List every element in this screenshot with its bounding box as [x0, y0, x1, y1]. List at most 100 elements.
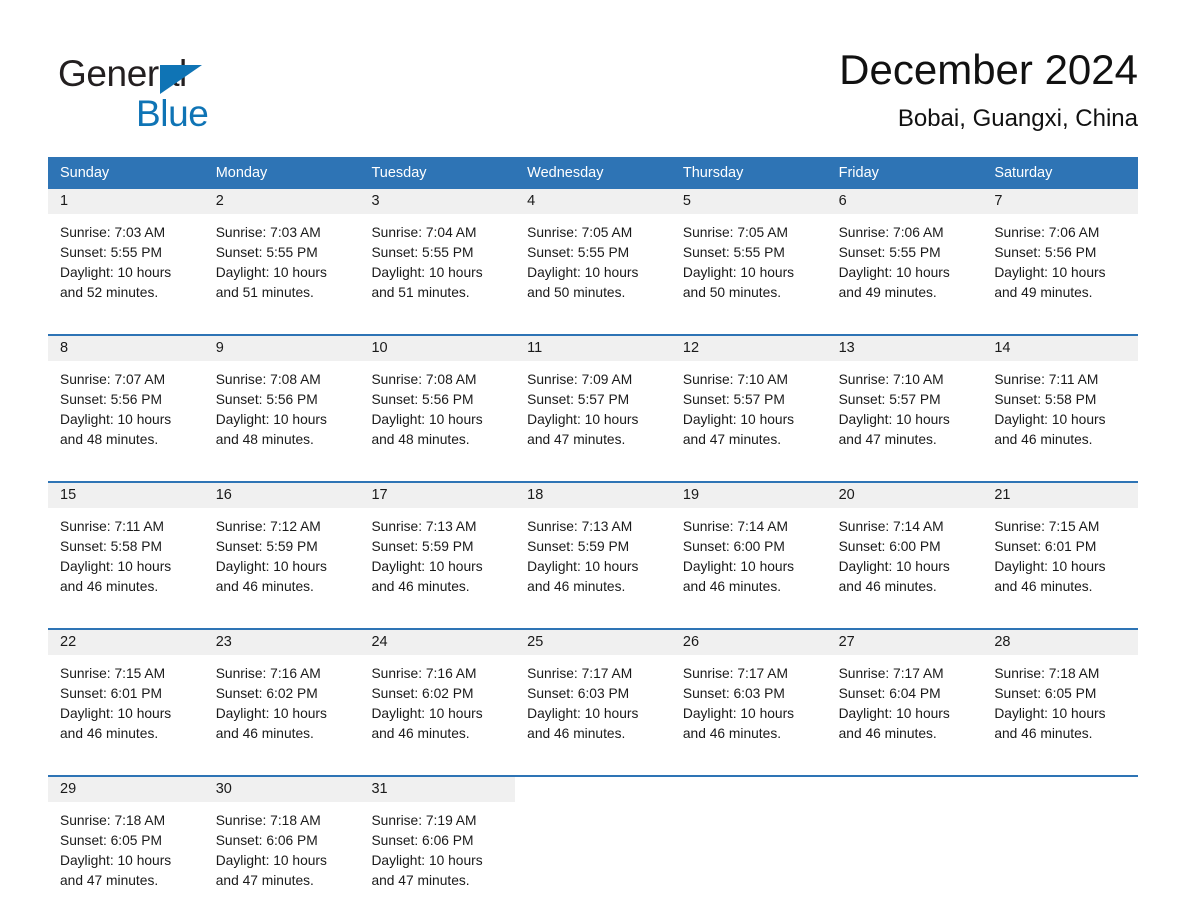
day-cell-body: Sunrise: 7:07 AM Sunset: 5:56 PM Daylight:…	[60, 361, 204, 471]
day-cell-empty	[671, 802, 827, 912]
sunset-text: Sunset: 5:55 PM	[60, 245, 163, 260]
day-cell-body	[683, 802, 827, 912]
sunrise-text: Sunrise: 7:03 AM	[215, 225, 321, 240]
daylight-text-line2: and 52 minutes.	[60, 285, 159, 300]
day-number[interactable]: 22	[48, 630, 204, 655]
day-number[interactable]: 13	[826, 336, 983, 361]
day-cell-body: Sunrise: 7:16 AM Sunset: 6:02 PM Daylight:…	[216, 655, 360, 765]
day-cell-body: Sunrise: 7:11 AM Sunset: 5:58 PM Daylight:…	[60, 508, 204, 618]
day-number[interactable]: 26	[670, 630, 827, 655]
day-cell[interactable]: Sunrise: 7:10 AM Sunset: 5:57 PM Daylight:…	[827, 361, 983, 471]
day-cell[interactable]: Sunrise: 7:10 AM Sunset: 5:57 PM Daylight:…	[671, 361, 827, 471]
day-cell[interactable]: Sunrise: 7:09 AM Sunset: 5:57 PM Daylight:…	[515, 361, 671, 471]
day-cell[interactable]: Sunrise: 7:04 AM Sunset: 5:55 PM Daylight:…	[359, 214, 515, 324]
day-number[interactable]: 25	[515, 630, 671, 655]
daylight-text-line1: Daylight: 10 hours	[215, 265, 327, 280]
general-blue-logo[interactable]: General Blue	[58, 52, 318, 142]
day-number[interactable]: 29	[48, 777, 204, 802]
day-number[interactable]: 21	[982, 483, 1139, 508]
daylight-text-line2: and 48 minutes.	[215, 432, 314, 447]
day-number[interactable]: 7	[982, 189, 1139, 214]
day-cell[interactable]: Sunrise: 7:17 AM Sunset: 6:03 PM Daylight:…	[515, 655, 671, 765]
day-number[interactable]: 5	[670, 189, 827, 214]
day-number[interactable]: 23	[203, 630, 360, 655]
day-number[interactable]: 4	[515, 189, 671, 214]
day-number[interactable]: 14	[982, 336, 1139, 361]
day-number[interactable]: 30	[203, 777, 360, 802]
sunset-text: Sunset: 6:05 PM	[60, 833, 163, 848]
sunset-text: Sunset: 6:02 PM	[215, 686, 318, 701]
day-number[interactable]: 28	[982, 630, 1139, 655]
sunrise-text: Sunrise: 7:05 AM	[527, 225, 633, 240]
day-cell[interactable]: Sunrise: 7:11 AM Sunset: 5:58 PM Daylight:…	[982, 361, 1138, 471]
day-cell[interactable]: Sunrise: 7:19 AM Sunset: 6:06 PM Daylight:…	[359, 802, 515, 912]
day-cell[interactable]: Sunrise: 7:03 AM Sunset: 5:55 PM Daylight:…	[204, 214, 360, 324]
sunset-text: Sunset: 5:56 PM	[60, 392, 163, 407]
day-cell[interactable]: Sunrise: 7:18 AM Sunset: 6:05 PM Daylight:…	[982, 655, 1138, 765]
sunrise-text: Sunrise: 7:14 AM	[682, 519, 788, 534]
day-cell[interactable]: Sunrise: 7:13 AM Sunset: 5:59 PM Daylight:…	[359, 508, 515, 618]
day-cell-body: Sunrise: 7:16 AM Sunset: 6:02 PM Daylight:…	[371, 655, 515, 765]
day-cell[interactable]: Sunrise: 7:15 AM Sunset: 6:01 PM Daylight:…	[982, 508, 1138, 618]
day-number[interactable]: 11	[515, 336, 671, 361]
day-cell[interactable]: Sunrise: 7:18 AM Sunset: 6:06 PM Daylight:…	[204, 802, 360, 912]
day-number[interactable]: 18	[515, 483, 671, 508]
daylight-text-line1: Daylight: 10 hours	[682, 412, 795, 427]
day-cell[interactable]: Sunrise: 7:11 AM Sunset: 5:58 PM Daylight:…	[48, 508, 204, 618]
day-cell[interactable]: Sunrise: 7:07 AM Sunset: 5:56 PM Daylight:…	[48, 361, 204, 471]
day-number[interactable]: 16	[203, 483, 360, 508]
day-cell[interactable]: Sunrise: 7:06 AM Sunset: 5:56 PM Daylight:…	[982, 214, 1138, 324]
day-number[interactable]: 20	[826, 483, 983, 508]
day-cell[interactable]: Sunrise: 7:14 AM Sunset: 6:00 PM Daylight:…	[671, 508, 827, 618]
day-cell[interactable]: Sunrise: 7:13 AM Sunset: 5:59 PM Daylight:…	[515, 508, 671, 618]
day-cell[interactable]: Sunrise: 7:05 AM Sunset: 5:55 PM Daylight:…	[671, 214, 827, 324]
day-cell[interactable]: Sunrise: 7:17 AM Sunset: 6:04 PM Daylight:…	[827, 655, 983, 765]
day-cell-empty	[982, 802, 1138, 912]
day-cell[interactable]: Sunrise: 7:03 AM Sunset: 5:55 PM Daylight:…	[48, 214, 204, 324]
day-cell[interactable]: Sunrise: 7:14 AM Sunset: 6:00 PM Daylight:…	[827, 508, 983, 618]
day-cell[interactable]: Sunrise: 7:12 AM Sunset: 5:59 PM Daylight:…	[204, 508, 360, 618]
day-cell[interactable]: Sunrise: 7:18 AM Sunset: 6:05 PM Daylight:…	[48, 802, 204, 912]
day-number[interactable]: 6	[826, 189, 983, 214]
page-subtitle: Bobai, Guangxi, China	[897, 105, 1138, 132]
sunrise-text: Sunrise: 7:16 AM	[215, 666, 321, 681]
day-number[interactable]: 15	[48, 483, 204, 508]
day-cell[interactable]: Sunrise: 7:06 AM Sunset: 5:55 PM Daylight:…	[827, 214, 983, 324]
day-number[interactable]: 19	[670, 483, 827, 508]
daylight-text-line1: Daylight: 10 hours	[371, 706, 483, 721]
day-number[interactable]: 31	[359, 777, 516, 802]
day-number[interactable]: 8	[48, 336, 204, 361]
day-cell[interactable]: Sunrise: 7:16 AM Sunset: 6:02 PM Daylight:…	[359, 655, 515, 765]
day-number[interactable]: 10	[359, 336, 516, 361]
day-cell[interactable]: Sunrise: 7:16 AM Sunset: 6:02 PM Daylight:…	[204, 655, 360, 765]
day-number[interactable]: 3	[359, 189, 516, 214]
page-header: General Blue December 2024 Bobai, Guangx…	[48, 42, 1138, 147]
day-number-row: 8 9 10 11 12 13 14	[48, 336, 1139, 361]
day-number[interactable]: 17	[359, 483, 516, 508]
day-cell[interactable]: Sunrise: 7:08 AM Sunset: 5:56 PM Daylight:…	[359, 361, 515, 471]
day-cell[interactable]: Sunrise: 7:15 AM Sunset: 6:01 PM Daylight:…	[48, 655, 204, 765]
day-cell[interactable]: Sunrise: 7:05 AM Sunset: 5:55 PM Daylight:…	[515, 214, 671, 324]
day-cell-body: Sunrise: 7:19 AM Sunset: 6:06 PM Daylight:…	[371, 802, 515, 912]
day-cell-body: Sunrise: 7:03 AM Sunset: 5:55 PM Daylight:…	[60, 214, 204, 324]
day-number[interactable]: 1	[48, 189, 204, 214]
sunset-text: Sunset: 6:06 PM	[371, 833, 474, 848]
daylight-text-line2: and 48 minutes.	[371, 432, 470, 447]
day-cell[interactable]: Sunrise: 7:08 AM Sunset: 5:56 PM Daylight:…	[204, 361, 360, 471]
day-number[interactable]: 24	[359, 630, 516, 655]
calendar-page: General Blue December 2024 Bobai, Guangx…	[0, 0, 1188, 918]
weekday-header-tuesday: Tuesday	[371, 165, 427, 181]
daylight-text-line1: Daylight: 10 hours	[527, 265, 639, 280]
day-number[interactable]: 12	[670, 336, 827, 361]
daylight-text-line2: and 49 minutes.	[994, 285, 1093, 300]
day-number[interactable]: 9	[203, 336, 360, 361]
title-block: December 2024 Bobai, Guangxi, China	[839, 42, 1138, 136]
sunrise-text: Sunrise: 7:09 AM	[527, 372, 633, 387]
day-number[interactable]: 27	[826, 630, 983, 655]
day-cell[interactable]: Sunrise: 7:17 AM Sunset: 6:03 PM Daylight:…	[671, 655, 827, 765]
daylight-text-line2: and 50 minutes.	[682, 285, 782, 300]
sunrise-text: Sunrise: 7:08 AM	[215, 372, 321, 387]
day-content-row: Sunrise: 7:15 AM Sunset: 6:01 PM Daylight:…	[48, 655, 1138, 765]
day-number[interactable]: 2	[203, 189, 360, 214]
sunrise-text: Sunrise: 7:10 AM	[838, 372, 944, 387]
